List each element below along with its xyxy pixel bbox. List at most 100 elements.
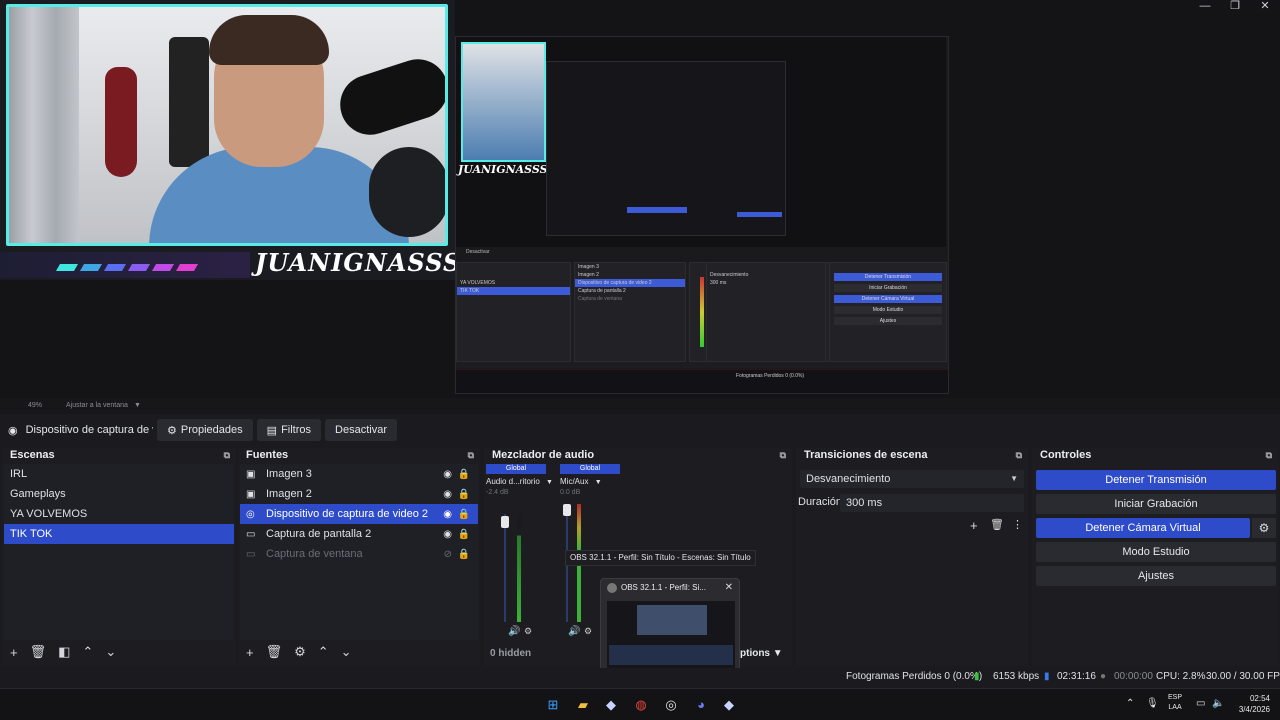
lock-icon[interactable]: 🔒 [458,469,470,480]
deactivate-button[interactable]: Desactivar [325,419,397,441]
preview-canvas[interactable]: — ❐ ✕ JUANIGNASSS JUANIGNASSS Desactivar… [0,0,1280,398]
source-item[interactable]: ▣ Imagen 3 ◉ 🔒 [240,464,478,484]
webcam-overlay: JUANIGNASSS [0,0,460,280]
signal-icon: ▮ [974,671,980,682]
zoom-level: 49% [28,402,43,409]
record-time: 00:00:00 [1114,671,1153,682]
gear-icon[interactable]: ⚙ [524,626,532,637]
start-recording-button[interactable]: Iniciar Grabación [1036,494,1276,514]
lock-icon[interactable]: 🔒 [458,489,470,500]
source-item-hidden[interactable]: ▭ Captura de ventana ⊘ 🔒 [240,544,478,564]
undock-icon[interactable]: ⧉ [1016,450,1022,461]
audio-meter [517,514,521,622]
window-icon: ▭ [246,548,256,560]
minimize-button[interactable]: — [1190,0,1220,14]
volume-fader[interactable] [501,516,509,528]
eye-icon[interactable]: ◉ [443,529,452,540]
window-thumbnail[interactable] [607,601,735,669]
chevron-down-icon[interactable]: ▼ [134,402,141,409]
undock-icon[interactable]: ⧉ [780,450,786,461]
chevron-up-icon[interactable]: ⌃ [318,644,329,660]
filter-icon[interactable]: ◧ [58,644,70,660]
gear-icon[interactable]: ⚙ [1252,518,1276,538]
volume-icon[interactable]: 🔈 [1212,698,1224,709]
source-item[interactable]: ▣ Imagen 2 ◉ 🔒 [240,484,478,504]
close-button[interactable]: ✕ [1250,0,1280,14]
lock-icon[interactable]: 🔒 [458,529,470,540]
transition-select[interactable]: Desvanecimiento ▼ [800,470,1024,488]
scene-item-selected[interactable]: TIK TOK [4,524,234,544]
network-icon[interactable]: ▭ [1196,698,1205,709]
add-icon[interactable]: + [970,518,978,533]
webcam-frame [6,4,448,246]
eye-icon[interactable]: ◉ [443,489,452,500]
duration-input[interactable]: 300 ms [840,494,1024,512]
mixer-title: Mezclador de audio [492,449,595,461]
fan [369,147,445,237]
lock-icon[interactable]: 🔒 [458,549,470,560]
stop-virtual-camera-button[interactable]: Detener Cámara Virtual [1036,518,1250,538]
source-item-selected[interactable]: ◎ Dispositivo de captura de video 2 ◉ 🔒 [240,504,478,524]
fit-window-option[interactable]: Ajustar a la ventana [66,402,128,409]
undock-icon[interactable]: ⧉ [224,450,230,461]
mixer-options-button[interactable]: ptions ▼ [740,648,783,659]
eye-icon[interactable]: ◉ [443,469,452,480]
speaker-icon[interactable]: 🔊 [508,626,520,637]
filters-button[interactable]: ▤ Filtros [256,419,322,441]
volume-fader[interactable] [563,504,571,516]
eye-icon[interactable]: ◉ [443,509,452,520]
gear-icon[interactable]: ⚙ [294,644,306,660]
stop-streaming-button[interactable]: Detener Transmisión [1036,470,1276,490]
speaker-icon[interactable]: 🔊 [568,626,580,637]
global-badge: Global [560,464,620,474]
obs-icon [607,583,617,593]
discord-icon[interactable]: ◕ [692,696,710,714]
chrome-icon[interactable]: ◍ [632,696,650,714]
hidden-count[interactable]: 0 hidden [490,648,531,659]
close-icon[interactable]: ✕ [725,582,733,593]
trash-icon[interactable]: 🗑 [266,644,283,660]
microphone-icon[interactable]: 🎙 [1146,698,1159,709]
studio-mode-button[interactable]: Modo Estudio [1036,542,1276,562]
chevron-down-icon[interactable]: ⌄ [341,644,352,660]
scene-item[interactable]: IRL [4,464,234,484]
camera-icon: ◉ [8,424,18,437]
steam-icon[interactable]: ◆ [720,696,738,714]
taskbar-preview-popup[interactable]: OBS 32.1.1 - Perfil: Si... ✕ [600,578,740,674]
trash-icon[interactable]: 🗑 [990,518,1004,531]
file-explorer-icon[interactable]: ▰ [574,696,592,714]
undock-icon[interactable]: ⧉ [468,450,474,461]
chevron-down-icon[interactable]: ▼ [595,479,602,486]
steam-icon[interactable]: ◆ [602,696,620,714]
scene-item[interactable]: YA VOLVEMOS [4,504,234,524]
trash-icon[interactable]: 🗑 [30,644,47,660]
record-icon: ● [1100,671,1107,682]
chevron-up-icon[interactable]: ⌃ [82,644,93,660]
obs-icon[interactable]: ◎ [662,696,680,714]
stream-icon: ▮ [1044,671,1050,682]
gear-icon[interactable]: ⚙ [584,626,592,637]
lock-icon[interactable]: 🔒 [458,509,470,520]
chevron-up-icon[interactable]: ⌃ [1126,698,1134,709]
fader-track[interactable] [504,514,506,622]
undock-icon[interactable]: ⧉ [1266,450,1272,461]
more-icon[interactable]: ⋮ [1012,518,1023,531]
chevron-down-icon[interactable]: ⌄ [105,644,116,660]
fps: 30.00 / 30.00 FPS [1206,671,1280,682]
camera-icon: ◎ [246,508,255,520]
eye-hidden-icon[interactable]: ⊘ [444,549,452,560]
maximize-button[interactable]: ❐ [1220,0,1250,14]
monitor-icon: ▭ [246,528,256,540]
scene-item[interactable]: Gameplays [4,484,234,504]
recursive-preview: JUANIGNASSS Desactivar YA VOLVEMOS TIK T… [455,36,949,394]
windows-start-icon[interactable]: ⊞ [544,696,562,714]
add-icon[interactable]: + [246,645,254,660]
add-icon[interactable]: + [10,645,18,660]
settings-button[interactable]: Ajustes [1036,566,1276,586]
sources-list: ▣ Imagen 3 ◉ 🔒 ▣ Imagen 2 ◉ 🔒 ◎ Disposit… [240,464,478,640]
properties-button[interactable]: ⚙ Propiedades [157,419,253,441]
source-item[interactable]: ▭ Captura de pantalla 2 ◉ 🔒 [240,524,478,544]
language-indicator[interactable]: ESP LAA [1168,693,1182,713]
chevron-down-icon[interactable]: ▼ [546,479,553,486]
system-clock[interactable]: 02:54 3/4/2026 [1239,693,1270,715]
